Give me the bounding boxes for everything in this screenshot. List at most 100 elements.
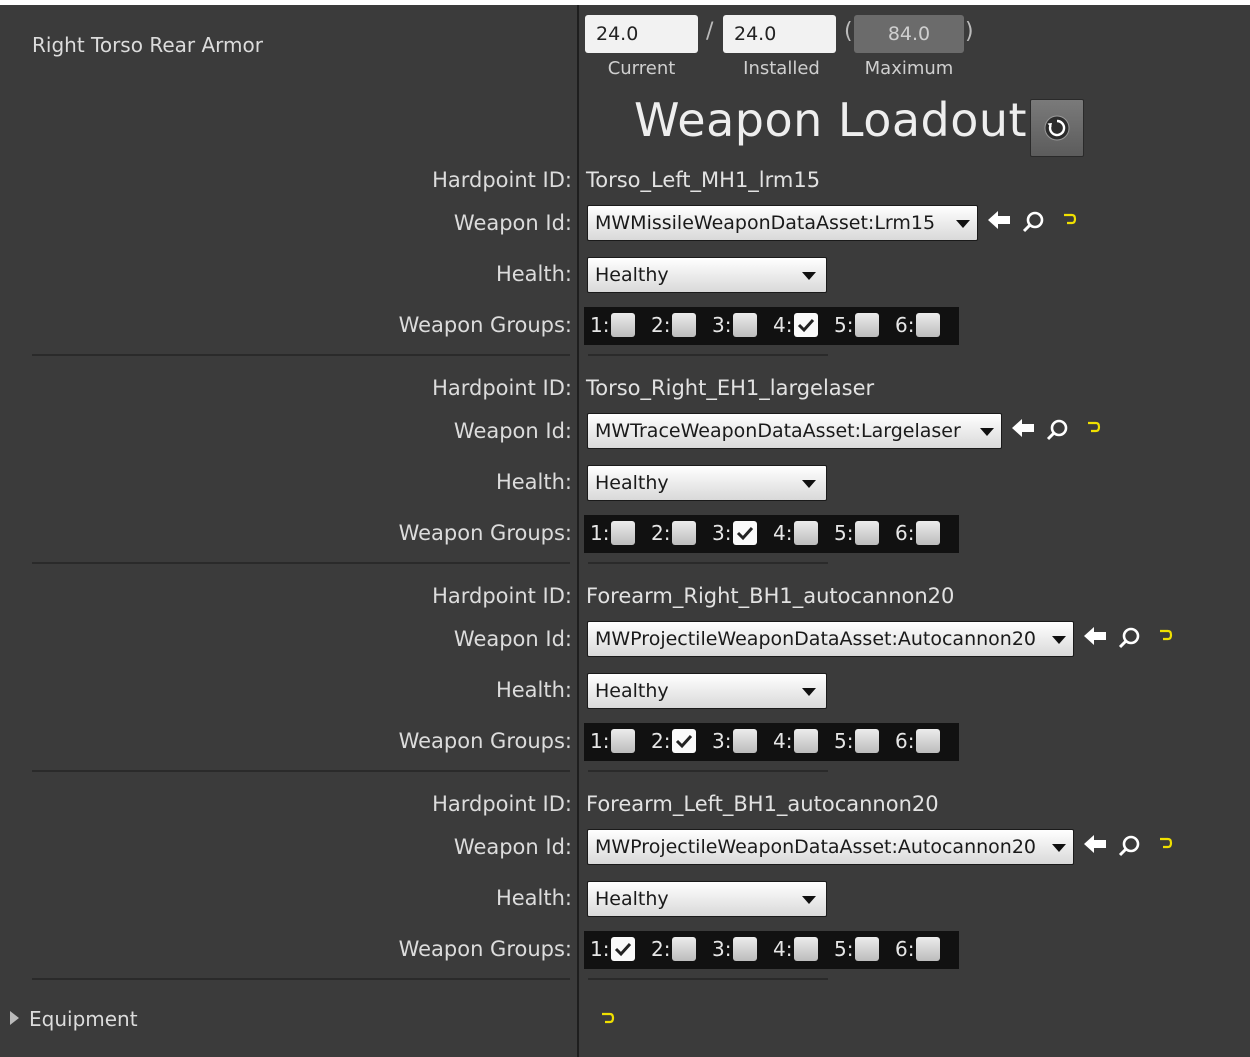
weapon-group-label: 1:	[590, 521, 610, 545]
weapon-id-dropdown[interactable]: MWMissileWeaponDataAsset:Lrm15	[587, 205, 978, 241]
weapon-group-checkbox[interactable]	[916, 313, 940, 337]
undo-icon[interactable]	[1062, 212, 1078, 232]
weapon-group-checkbox[interactable]	[855, 313, 879, 337]
weapon-groups: 1: 2: 3: 4: 5: 6:	[584, 723, 959, 761]
armor-maximum-value: 84.0	[854, 15, 964, 53]
health-value: Healthy	[595, 888, 669, 910]
weapon-id-dropdown[interactable]: MWProjectileWeaponDataAsset:Autocannon20	[587, 621, 1074, 657]
health-dropdown[interactable]: Healthy	[587, 881, 827, 917]
weapon-group-4: 4:	[769, 727, 825, 757]
hardpoint-id-value: Torso_Right_EH1_largelaser	[586, 376, 875, 400]
arrow-left-icon[interactable]	[1082, 833, 1108, 859]
weapon-id-label: Weapon Id:	[453, 835, 572, 859]
weapon-group-label: 1:	[590, 937, 610, 961]
weapon-group-label: 6:	[895, 729, 915, 753]
weapon-id-value: MWMissileWeaponDataAsset:Lrm15	[595, 212, 936, 234]
weapon-group-checkbox[interactable]	[672, 729, 696, 753]
arrow-left-icon[interactable]	[1010, 417, 1036, 443]
search-icon[interactable]	[1046, 418, 1070, 446]
weapon-group-checkbox[interactable]	[916, 937, 940, 961]
chevron-down-icon	[802, 480, 816, 488]
search-icon[interactable]	[1118, 626, 1142, 654]
hardpoint-id-label: Hardpoint ID:	[432, 584, 572, 608]
row-separator	[588, 770, 828, 772]
weapon-group-label: 1:	[590, 729, 610, 753]
chevron-down-icon	[802, 688, 816, 696]
health-value: Healthy	[595, 264, 669, 286]
weapon-group-label: 5:	[834, 937, 854, 961]
arrow-left-icon[interactable]	[986, 209, 1012, 235]
weapon-group-1: 1:	[586, 519, 642, 549]
weapon-id-actions	[1082, 833, 1192, 861]
reset-loadout-button[interactable]	[1030, 99, 1084, 157]
weapon-group-label: 4:	[773, 937, 793, 961]
weapon-group-label: 4:	[773, 729, 793, 753]
weapon-group-3: 3:	[708, 311, 764, 341]
hardpoint-id-value: Forearm_Right_BH1_autocannon20	[586, 584, 955, 608]
weapon-group-5: 5:	[830, 727, 886, 757]
weapon-group-label: 1:	[590, 313, 610, 337]
health-dropdown[interactable]: Healthy	[587, 673, 827, 709]
weapon-id-value: MWProjectileWeaponDataAsset:Autocannon20	[595, 628, 1036, 650]
weapon-group-4: 4:	[769, 311, 825, 341]
undo-icon[interactable]	[1158, 628, 1174, 648]
weapon-group-checkbox[interactable]	[733, 313, 757, 337]
caption-installed: Installed	[743, 58, 820, 79]
hardpoint-block: Hardpoint ID: Forearm_Left_BH1_autocannon…	[0, 789, 1250, 997]
weapon-group-checkbox[interactable]	[855, 937, 879, 961]
weapon-group-checkbox[interactable]	[611, 313, 635, 337]
caption-current: Current	[607, 58, 676, 79]
weapon-groups-label: Weapon Groups:	[398, 313, 572, 337]
weapon-group-label: 3:	[712, 313, 732, 337]
search-icon[interactable]	[1022, 210, 1046, 238]
weapon-group-1: 1:	[586, 935, 642, 965]
undo-icon[interactable]	[1086, 420, 1102, 440]
weapon-group-checkbox[interactable]	[611, 937, 635, 961]
weapon-group-4: 4:	[769, 519, 825, 549]
weapon-group-checkbox[interactable]	[794, 313, 818, 337]
weapon-group-checkbox[interactable]	[733, 729, 757, 753]
armor-installed-input[interactable]: 24.0	[723, 15, 836, 53]
weapon-group-checkbox[interactable]	[916, 521, 940, 545]
weapon-group-checkbox[interactable]	[733, 521, 757, 545]
equipment-category[interactable]: Equipment	[10, 1007, 138, 1031]
weapon-group-5: 5:	[830, 519, 886, 549]
undo-icon[interactable]	[1158, 836, 1174, 856]
weapon-id-label: Weapon Id:	[453, 627, 572, 651]
weapon-group-checkbox[interactable]	[672, 313, 696, 337]
weapon-group-label: 2:	[651, 521, 671, 545]
weapon-groups: 1: 2: 3: 4: 5: 6:	[584, 931, 959, 969]
weapon-groups: 1: 2: 3: 4: 5: 6:	[584, 307, 959, 345]
weapon-group-label: 3:	[712, 729, 732, 753]
row-separator	[588, 354, 828, 356]
weapon-group-label: 6:	[895, 937, 915, 961]
equipment-reset-button[interactable]	[600, 1011, 616, 1031]
weapon-id-dropdown[interactable]: MWTraceWeaponDataAsset:Largelaser	[587, 413, 1002, 449]
weapon-id-dropdown[interactable]: MWProjectileWeaponDataAsset:Autocannon20	[587, 829, 1074, 865]
weapon-group-checkbox[interactable]	[794, 729, 818, 753]
arrow-left-icon[interactable]	[1082, 625, 1108, 651]
weapon-id-actions	[1082, 625, 1192, 653]
chevron-down-icon	[956, 220, 970, 228]
search-icon[interactable]	[1118, 834, 1142, 862]
weapon-group-checkbox[interactable]	[855, 521, 879, 545]
weapon-group-checkbox[interactable]	[672, 937, 696, 961]
weapon-group-checkbox[interactable]	[855, 729, 879, 753]
weapon-groups-label: Weapon Groups:	[398, 521, 572, 545]
armor-current-input[interactable]: 24.0	[585, 15, 698, 53]
weapon-group-checkbox[interactable]	[916, 729, 940, 753]
weapon-groups-label: Weapon Groups:	[398, 729, 572, 753]
weapon-group-checkbox[interactable]	[611, 521, 635, 545]
weapon-group-checkbox[interactable]	[794, 521, 818, 545]
weapon-group-label: 5:	[834, 729, 854, 753]
hardpoint-block: Hardpoint ID: Torso_Left_MH1_lrm15 Weapon …	[0, 165, 1250, 373]
weapon-group-checkbox[interactable]	[611, 729, 635, 753]
weapon-group-checkbox[interactable]	[672, 521, 696, 545]
weapon-group-checkbox[interactable]	[794, 937, 818, 961]
health-dropdown[interactable]: Healthy	[587, 465, 827, 501]
hardpoint-id-label: Hardpoint ID:	[432, 168, 572, 192]
weapon-group-label: 5:	[834, 521, 854, 545]
equipment-label: Equipment	[29, 1007, 138, 1031]
health-dropdown[interactable]: Healthy	[587, 257, 827, 293]
weapon-group-checkbox[interactable]	[733, 937, 757, 961]
